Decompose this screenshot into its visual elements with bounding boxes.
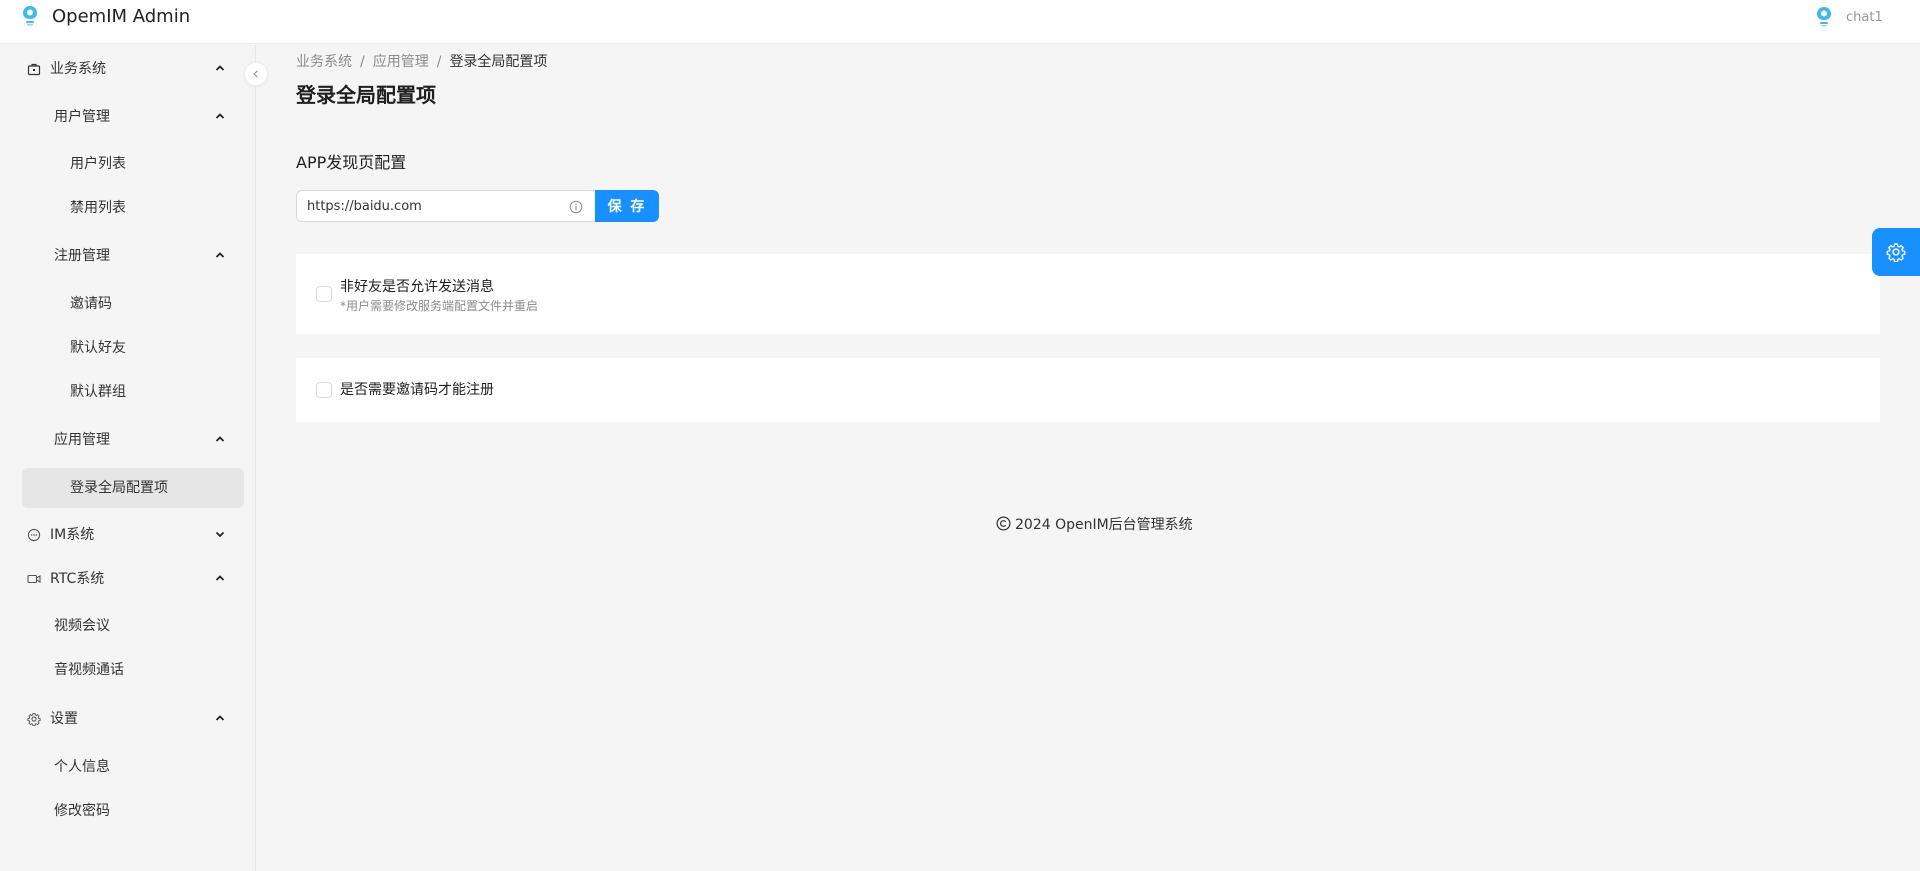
copyright-icon bbox=[996, 516, 1011, 531]
chevron-up-icon bbox=[215, 436, 225, 442]
breadcrumb-item[interactable]: 应用管理 bbox=[373, 54, 429, 70]
info-circle-icon[interactable] bbox=[569, 200, 583, 214]
sidebar-item-label: 登录全局配置项 bbox=[70, 480, 168, 496]
discover-url-input[interactable] bbox=[307, 196, 557, 216]
sidebar-item-label: 默认好友 bbox=[70, 340, 126, 356]
page-title: 登录全局配置项 bbox=[296, 83, 436, 107]
sidebar-item-user-management[interactable]: 用户管理 bbox=[0, 97, 256, 137]
option-label: 是否需要邀请码才能注册 bbox=[340, 382, 494, 398]
invite-code-required-checkbox[interactable] bbox=[316, 382, 332, 398]
option-card-invite-code-required: 是否需要邀请码才能注册 bbox=[296, 358, 1880, 422]
briefcase-icon bbox=[27, 63, 41, 76]
sidebar-item-label: 用户管理 bbox=[54, 109, 110, 125]
user-name[interactable]: chat1 bbox=[1846, 9, 1883, 27]
sidebar-item-label: 禁用列表 bbox=[70, 200, 126, 216]
sidebar-item-label: 应用管理 bbox=[54, 432, 110, 448]
sidebar-item-change-password[interactable]: 修改密码 bbox=[0, 791, 256, 831]
chevron-up-icon bbox=[215, 575, 225, 581]
chevron-up-icon bbox=[215, 65, 225, 71]
sidebar-item-label: 注册管理 bbox=[54, 248, 110, 264]
footer: 2024 OpenIM后台管理系统 bbox=[996, 516, 1193, 534]
sidebar-item-default-groups[interactable]: 默认群组 bbox=[0, 372, 256, 412]
sidebar-item-app-management[interactable]: 应用管理 bbox=[0, 420, 256, 460]
option-hint: *用户需要修改服务端配置文件并重启 bbox=[340, 299, 539, 313]
sidebar-item-label: 修改密码 bbox=[54, 803, 110, 819]
sidebar-item-banned-list[interactable]: 禁用列表 bbox=[0, 188, 256, 228]
sidebar: 业务系统 用户管理 用户列表 禁用列表 注册管理 邀请码 默认好友 默认群组 应… bbox=[0, 45, 256, 871]
sidebar-item-default-friends[interactable]: 默认好友 bbox=[0, 328, 256, 368]
breadcrumb: 业务系统 / 应用管理 / 登录全局配置项 bbox=[296, 53, 547, 71]
breadcrumb-item[interactable]: 业务系统 bbox=[296, 54, 352, 70]
sidebar-item-label: 邀请码 bbox=[70, 296, 112, 312]
gear-icon bbox=[1886, 243, 1906, 262]
sidebar-item-registration-management[interactable]: 注册管理 bbox=[0, 236, 256, 276]
breadcrumb-current: 登录全局配置项 bbox=[449, 54, 548, 70]
non-friend-message-checkbox[interactable] bbox=[316, 286, 332, 302]
sidebar-item-login-global-config[interactable]: 登录全局配置项 bbox=[22, 468, 244, 508]
sidebar-item-label: 业务系统 bbox=[50, 61, 106, 77]
sidebar-item-invite-code[interactable]: 邀请码 bbox=[0, 284, 256, 324]
sidebar-item-label: RTC系统 bbox=[50, 571, 105, 587]
sidebar-item-settings[interactable]: 设置 bbox=[0, 699, 256, 739]
sidebar-item-rtc-system[interactable]: RTC系统 bbox=[0, 559, 256, 599]
sidebar-item-label: 设置 bbox=[50, 711, 78, 727]
chat-bubble-icon bbox=[27, 528, 41, 542]
openim-logo-icon bbox=[23, 6, 37, 26]
sidebar-item-label: 个人信息 bbox=[54, 759, 110, 775]
discover-url-field bbox=[296, 190, 596, 222]
settings-float-button[interactable] bbox=[1872, 228, 1920, 276]
option-label: 非好友是否允许发送消息 bbox=[340, 279, 494, 295]
sidebar-item-user-list[interactable]: 用户列表 bbox=[0, 144, 256, 184]
top-header: OpemIM Admin chat1 bbox=[0, 0, 1920, 44]
app-title: OpemIM Admin bbox=[52, 6, 191, 27]
sidebar-collapse-button[interactable] bbox=[244, 62, 268, 86]
chevron-up-icon bbox=[215, 252, 225, 258]
chevron-up-icon bbox=[215, 113, 225, 119]
sidebar-item-label: 默认群组 bbox=[70, 384, 126, 400]
footer-text: 2024 OpenIM后台管理系统 bbox=[1015, 517, 1193, 533]
app-discover-section-title: APP发现页配置 bbox=[296, 153, 407, 172]
option-card-non-friend-message: 非好友是否允许发送消息 *用户需要修改服务端配置文件并重启 bbox=[296, 254, 1880, 334]
sidebar-item-business-system[interactable]: 业务系统 bbox=[0, 49, 256, 89]
breadcrumb-separator: / bbox=[436, 54, 442, 70]
sidebar-item-label: 用户列表 bbox=[70, 156, 126, 172]
video-camera-icon bbox=[27, 574, 41, 584]
save-button[interactable]: 保 存 bbox=[595, 190, 659, 222]
breadcrumb-separator: / bbox=[360, 54, 365, 70]
sidebar-item-profile[interactable]: 个人信息 bbox=[0, 747, 256, 787]
sidebar-item-label: IM系统 bbox=[50, 527, 95, 543]
sidebar-item-label: 视频会议 bbox=[54, 618, 110, 634]
gear-icon bbox=[27, 712, 41, 726]
sidebar-item-av-call[interactable]: 音视频通话 bbox=[0, 650, 256, 690]
sidebar-item-label: 音视频通话 bbox=[54, 662, 124, 678]
sidebar-item-video-meeting[interactable]: 视频会议 bbox=[0, 606, 256, 646]
avatar[interactable] bbox=[1816, 7, 1832, 27]
sidebar-item-im-system[interactable]: IM系统 bbox=[0, 515, 256, 555]
chevron-left-icon bbox=[253, 70, 258, 78]
chevron-down-icon bbox=[215, 531, 225, 538]
chevron-up-icon bbox=[215, 715, 225, 721]
